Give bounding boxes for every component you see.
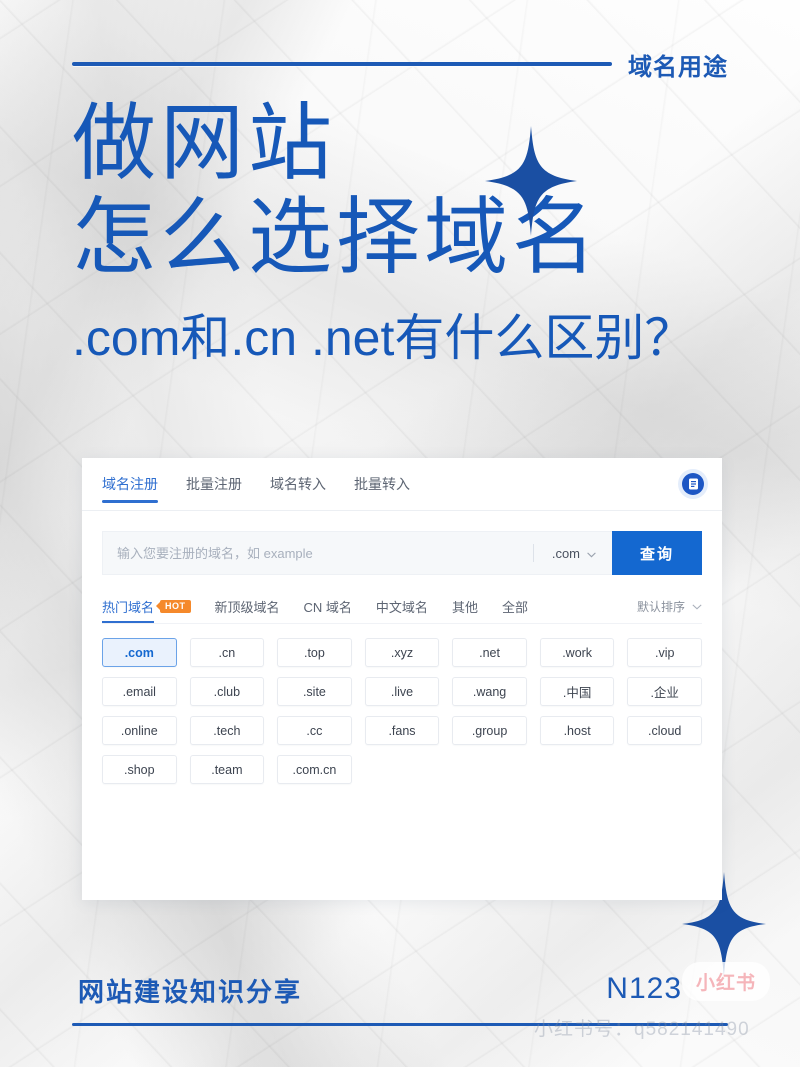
filter-other[interactable]: 其他 bbox=[452, 589, 478, 623]
filter-chinese-domains[interactable]: 中文域名 bbox=[376, 589, 428, 623]
tld-chip-label: .cc bbox=[306, 723, 323, 738]
tld-chip-label: .site bbox=[302, 684, 326, 699]
tld-selector[interactable]: .com bbox=[534, 546, 612, 561]
filter-label: 热门域名 bbox=[102, 599, 155, 615]
tld-chip[interactable]: .wang bbox=[452, 677, 527, 706]
tld-chip[interactable]: .online bbox=[102, 716, 177, 745]
tld-chip-label: .live bbox=[390, 684, 414, 699]
tld-chip-label: .com bbox=[124, 645, 154, 660]
tld-chip[interactable]: .vip bbox=[627, 638, 702, 667]
tld-chip-label: .tech bbox=[213, 723, 241, 738]
tld-chip[interactable]: .fans bbox=[364, 716, 440, 745]
filter-hot-domains[interactable]: 热门域名 bbox=[102, 589, 155, 623]
domain-category-filter-row: 热门域名 HOT 新顶级域名 CN 域名 中文域名 其他 全部 默认排序 bbox=[102, 589, 702, 624]
tld-chip[interactable]: .site bbox=[277, 677, 352, 706]
sort-dropdown[interactable]: 默认排序 bbox=[637, 598, 702, 615]
tld-selector-value: .com bbox=[551, 545, 580, 561]
tld-chip-label: .top bbox=[303, 645, 325, 660]
hero-title-block: 做网站 怎么选择域名 .com和.cn .net有什么区别？ bbox=[72, 96, 752, 370]
tld-chip[interactable]: .work bbox=[539, 638, 615, 667]
footer-tagline: 网站建设知识分享 bbox=[78, 977, 303, 1007]
tld-chip-label: .vip bbox=[654, 645, 675, 660]
chevron-down-icon bbox=[692, 599, 702, 613]
tld-chip[interactable]: .host bbox=[539, 716, 615, 745]
tld-chip[interactable]: .cn bbox=[189, 638, 265, 667]
filter-cn-domains[interactable]: CN 域名 bbox=[304, 589, 352, 623]
panel-tab-bar: 域名注册 批量注册 域名转入 批量转入 bbox=[82, 458, 722, 511]
hero-line-2: 怎么选择域名 bbox=[72, 190, 601, 285]
footer-account-code: N123 bbox=[606, 972, 682, 1005]
tab-domain-register[interactable]: 域名注册 bbox=[102, 458, 158, 510]
chevron-down-icon bbox=[587, 546, 596, 561]
tld-chip-label: .xyz bbox=[390, 645, 414, 660]
tld-chip[interactable]: .企业 bbox=[627, 677, 702, 706]
tld-chip-label: .cloud bbox=[648, 723, 682, 738]
tld-chip-label: .work bbox=[562, 645, 593, 660]
tld-chip-label: .club bbox=[213, 684, 241, 699]
tld-chip-label: .企业 bbox=[650, 686, 679, 700]
search-button[interactable]: 查询 bbox=[612, 531, 702, 575]
hero-subtitle: .com和.cn .net有什么区别？ bbox=[72, 310, 695, 367]
domain-registration-panel: 域名注册 批量注册 域名转入 批量转入 输入您要注册的域名，如 example … bbox=[82, 458, 722, 900]
tld-chip[interactable]: .com.cn bbox=[277, 755, 352, 784]
sort-dropdown-label: 默认排序 bbox=[636, 599, 685, 614]
tld-chip-label: .com.cn bbox=[292, 762, 337, 777]
hero-line-1: 做网站 bbox=[72, 96, 337, 190]
filter-label: 全部 bbox=[501, 599, 528, 615]
header-label: 域名用途 bbox=[628, 53, 728, 81]
domain-search-row: .com 查询 bbox=[102, 531, 702, 575]
tld-chip[interactable]: .net bbox=[452, 638, 527, 667]
tld-chip-grid: .com .cn .top .xyz .net .work .vip .email .club.… bbox=[102, 638, 702, 784]
tld-chip[interactable]: .club bbox=[189, 677, 265, 706]
tld-chip-label: .team bbox=[211, 762, 243, 777]
tld-chip[interactable]: .shop bbox=[102, 755, 177, 784]
tld-chip[interactable]: .cloud bbox=[627, 716, 702, 745]
filter-label: 其他 bbox=[451, 599, 478, 615]
tld-chip[interactable]: .email bbox=[102, 677, 177, 706]
tld-chip[interactable]: .com bbox=[102, 638, 177, 667]
filter-label: CN 域名 bbox=[303, 599, 352, 615]
tld-chip-label: .host bbox=[563, 723, 591, 738]
tld-chip[interactable]: .xyz bbox=[364, 638, 440, 667]
search-input[interactable] bbox=[103, 545, 533, 561]
tld-chip-label: .group bbox=[471, 723, 508, 738]
tld-chip[interactable]: .top bbox=[277, 638, 352, 667]
hot-badge: HOT bbox=[160, 599, 191, 613]
tld-chip[interactable]: .中国 bbox=[539, 677, 615, 706]
tab-label: 批量转入 bbox=[354, 476, 410, 492]
tld-chip[interactable]: .tech bbox=[189, 716, 265, 745]
tld-chip-label: .cn bbox=[218, 645, 236, 660]
tab-label: 域名转入 bbox=[270, 476, 326, 492]
document-icon[interactable] bbox=[682, 473, 704, 495]
tld-chip-label: .fans bbox=[388, 723, 416, 738]
header-rule bbox=[72, 62, 612, 66]
tab-label: 批量注册 bbox=[186, 476, 242, 492]
tld-chip-label: .net bbox=[479, 645, 500, 660]
filter-new-gtld[interactable]: 新顶级域名 bbox=[215, 589, 280, 623]
watermark-text: 小红书号：q582141490 bbox=[534, 1019, 750, 1040]
xiaohongshu-logo-badge: 小红书 bbox=[682, 962, 771, 1001]
tab-label: 域名注册 bbox=[102, 476, 158, 492]
tld-chip[interactable]: .group bbox=[452, 716, 527, 745]
filter-label: 新顶级域名 bbox=[214, 599, 280, 615]
search-box[interactable]: .com bbox=[102, 531, 612, 575]
filter-label: 中文域名 bbox=[375, 599, 428, 615]
tab-domain-transfer[interactable]: 域名转入 bbox=[270, 458, 326, 510]
tld-chip-label: .wang bbox=[472, 684, 507, 699]
tld-chip[interactable]: .cc bbox=[277, 716, 352, 745]
tld-chip-label: .中国 bbox=[562, 686, 592, 700]
tld-chip-label: .shop bbox=[123, 762, 155, 777]
tld-chip-label: .online bbox=[120, 723, 158, 738]
tab-bulk-transfer[interactable]: 批量转入 bbox=[354, 458, 410, 510]
tld-chip[interactable]: .live bbox=[364, 677, 440, 706]
header: 域名用途 bbox=[72, 46, 728, 82]
tld-chip-label: .email bbox=[122, 684, 156, 699]
filter-all[interactable]: 全部 bbox=[502, 589, 528, 623]
tld-chip[interactable]: .team bbox=[189, 755, 265, 784]
tab-bulk-register[interactable]: 批量注册 bbox=[186, 458, 242, 510]
